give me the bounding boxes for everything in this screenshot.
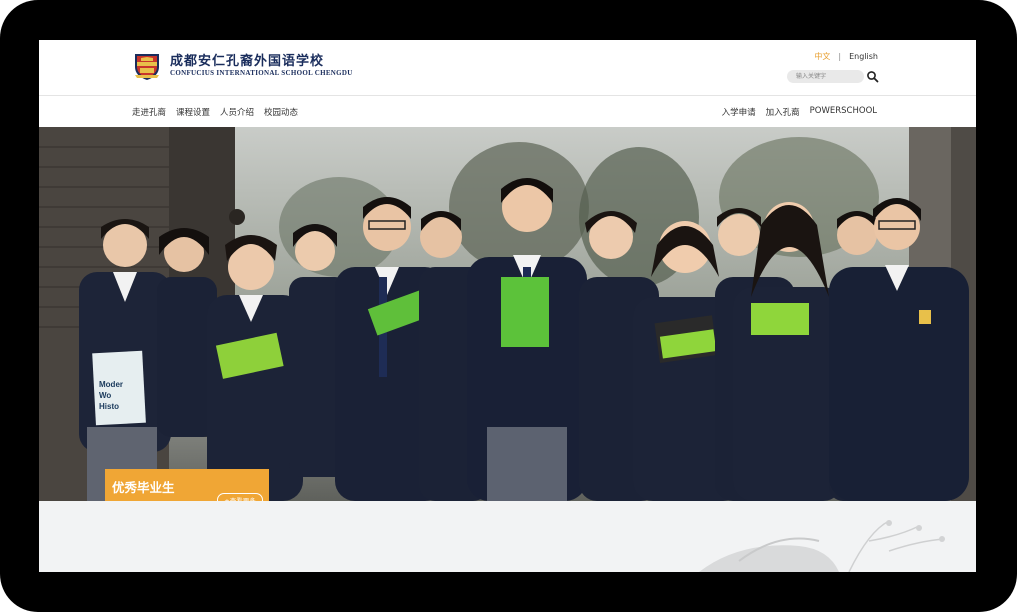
nav-item-news[interactable]: 校园动态 (264, 106, 298, 118)
brand-name-cn: 成都安仁孔裔外国语学校 (170, 54, 325, 69)
hero-banner[interactable]: Moder Wo Histo 优秀毕业生 +查看更多 (39, 127, 976, 501)
lang-separator: | (838, 52, 842, 61)
nav-item-admissions[interactable]: 入学申请 (722, 106, 756, 118)
view-more-button[interactable]: +查看更多 (217, 493, 263, 501)
nav-item-careers[interactable]: 加入孔裔 (766, 106, 800, 118)
ink-painting-decoration (699, 520, 945, 572)
book-text-line-3: Histo (99, 402, 119, 411)
brand-name-en: CONFUCIUS INTERNATIONAL SCHOOL CHENGDU (170, 69, 353, 77)
search-input[interactable]: 输入关键字 (787, 70, 864, 83)
browser-screen: 成都安仁孔裔外国语学校 CONFUCIUS INTERNATIONAL SCHO… (39, 40, 976, 572)
lang-english-link[interactable]: English (849, 52, 878, 61)
device-frame: 成都安仁孔裔外国语学校 CONFUCIUS INTERNATIONAL SCHO… (0, 0, 1017, 612)
hero-photo: Moder Wo Histo (39, 127, 976, 501)
school-crest-icon (135, 54, 159, 80)
nav-item-staff[interactable]: 人员介绍 (220, 106, 254, 118)
featured-graduates-card[interactable]: 优秀毕业生 +查看更多 (105, 469, 269, 501)
content-section (39, 501, 976, 572)
school-logo[interactable]: 成都安仁孔裔外国语学校 CONFUCIUS INTERNATIONAL SCHO… (132, 51, 353, 81)
site-header: 成都安仁孔裔外国语学校 CONFUCIUS INTERNATIONAL SCHO… (39, 40, 976, 95)
lang-chinese-link[interactable]: 中文 (814, 51, 830, 62)
nav-item-curriculum[interactable]: 课程设置 (176, 106, 210, 118)
language-switch: 中文 | English (814, 51, 878, 62)
search-icon[interactable] (866, 70, 879, 83)
book-text-line-2: Wo (99, 391, 111, 400)
main-nav: 走进孔裔 课程设置 人员介绍 校园动态 入学申请 加入孔裔 POWERSCHOO… (39, 96, 976, 126)
book-text-line-1: Moder (99, 380, 123, 389)
nav-item-about[interactable]: 走进孔裔 (132, 106, 166, 118)
nav-item-powerschool[interactable]: POWERSCHOOL (810, 106, 877, 118)
featured-title: 优秀毕业生 (112, 480, 175, 495)
